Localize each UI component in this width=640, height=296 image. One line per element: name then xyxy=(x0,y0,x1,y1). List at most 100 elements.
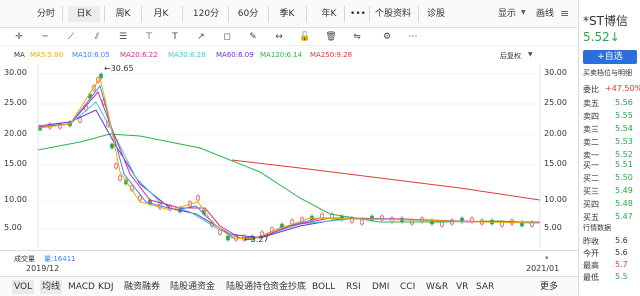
fibonacci-tool-icon[interactable]: ☰ xyxy=(114,30,132,44)
tab-more[interactable]: 更多 xyxy=(540,280,558,294)
tab-divider xyxy=(62,6,63,22)
sell-order-row: 卖三 5.54 xyxy=(583,124,640,136)
collapse-icon[interactable]: ▾ xyxy=(545,254,549,262)
ma30-line xyxy=(37,101,540,239)
candle-body xyxy=(440,221,444,227)
y-axis-label-left: 15.00 xyxy=(4,159,27,168)
sell-order-label: 卖一 xyxy=(583,151,599,160)
y-axis-label-right: 10.00 xyxy=(544,195,567,204)
tab-wr[interactable]: W&R xyxy=(426,280,448,294)
y-axis-label-right: 25.00 xyxy=(544,98,567,107)
buy-order-label: 买二 xyxy=(583,174,599,183)
kline-svg xyxy=(37,64,541,248)
draw-line-button[interactable]: 画线 xyxy=(532,6,558,22)
chevron-down-icon[interactable]: ▼ xyxy=(528,51,533,58)
candle-body xyxy=(118,175,122,181)
measure-tool-icon[interactable]: ↔ xyxy=(270,30,288,44)
period-tab-bar: 分时 日K 周K 月K 120分 60分 季K 年K ••• 个股资料 诊股 显… xyxy=(0,0,578,28)
brush-tool-icon[interactable]: ✎ xyxy=(244,30,262,44)
quote-value: 5.6 xyxy=(615,236,628,245)
ma10-value: MA10:6.05 xyxy=(72,51,110,59)
tab-hk-funds[interactable]: 陆股通资金 xyxy=(170,280,215,294)
shape-tool-icon[interactable]: ◻ xyxy=(218,30,236,44)
order-ratio: 委比 +47.50% xyxy=(583,84,640,94)
delete-icon[interactable]: 🗑 xyxy=(322,30,340,44)
add-watchlist-button[interactable]: +自选 xyxy=(583,50,637,64)
sell-order-row: 卖二 5.53 xyxy=(583,137,640,149)
ray-tool-icon[interactable]: ⟋ xyxy=(62,30,80,44)
arrow-tool-icon[interactable]: ↗ xyxy=(192,30,210,44)
sell-order-row: 卖四 5.55 xyxy=(583,111,640,123)
tab-hk-holdings[interactable]: 陆股通持仓 xyxy=(226,280,271,294)
tab-divider xyxy=(344,6,345,22)
tab-120min[interactable]: 120分 xyxy=(190,6,222,22)
tab-margin[interactable]: 融资融券 xyxy=(124,280,160,294)
buy-order-label: 买四 xyxy=(583,200,599,209)
tab-bottom-fishing[interactable]: 资金抄底 xyxy=(270,280,306,294)
kline-chart[interactable]: 30.00 25.00 20.00 15.00 10.00 5.00 30.00… xyxy=(0,62,578,250)
sell-order-price: 5.53 xyxy=(615,137,633,146)
tab-vr[interactable]: VR xyxy=(456,280,468,294)
channel-tool-icon[interactable]: ⫽ xyxy=(88,30,106,44)
buy-order-price: 5.48 xyxy=(615,199,633,208)
quote-label: 昨收 xyxy=(583,237,599,246)
candle-body xyxy=(290,219,294,225)
tab-sar[interactable]: SAR xyxy=(476,280,494,294)
indicator-tab-bar: VOL 均线 MACD KDJ 融资融券 陆股通资金 陆股通持仓 资金抄底 BO… xyxy=(0,276,578,296)
tab-company-profile[interactable]: 个股资料 xyxy=(372,6,414,22)
chevron-down-icon[interactable]: ▼ xyxy=(521,9,526,16)
candlesticks xyxy=(38,72,534,242)
tab-divider xyxy=(104,6,105,22)
quote-value: 5.6 xyxy=(615,248,628,257)
drawing-toolbar: ✛ ─ ⟋ ⫽ ☰ ⊤ T ↗ ◻ ✎ ↔ 🔓 🗑 ⇋ ⚙ ⋯ xyxy=(0,28,578,46)
tab-diagnose[interactable]: 诊股 xyxy=(423,6,449,22)
buy-order-row: 买二 5.50 xyxy=(583,173,640,185)
tab-daily-k[interactable]: 日K xyxy=(68,6,100,22)
high-annotation: ←30.65 xyxy=(104,64,134,73)
tab-divider xyxy=(141,6,142,22)
buy-order-row: 买一 5.51 xyxy=(583,160,640,172)
tab-quarterly-k[interactable]: 季K xyxy=(274,6,300,22)
tab-yearly-k[interactable]: 年K xyxy=(316,6,342,22)
tab-intraday[interactable]: 分时 xyxy=(34,6,58,22)
crosshair-icon[interactable]: ✛ xyxy=(10,30,28,44)
quote-label: 最高 xyxy=(583,261,599,270)
tab-cci[interactable]: CCI xyxy=(400,280,415,294)
tab-ma[interactable]: 均线 xyxy=(40,280,63,294)
rehab-select[interactable]: 后复权 xyxy=(500,51,521,61)
more-tabs-button[interactable]: ••• xyxy=(348,6,368,22)
hamburger-menu-icon[interactable]: ≡ xyxy=(560,7,569,20)
buy-order-label: 买一 xyxy=(583,161,599,170)
tab-weekly-k[interactable]: 周K xyxy=(110,6,136,22)
stock-name: *ST博信 xyxy=(583,14,628,28)
settings-icon[interactable]: ⚙ xyxy=(378,30,396,44)
tab-kdj[interactable]: KDJ xyxy=(98,280,114,294)
quote-row: 最高 5.7 xyxy=(583,260,640,272)
tab-monthly-k[interactable]: 月K xyxy=(148,6,174,22)
hline-tool-icon[interactable]: ⊤ xyxy=(140,30,158,44)
lock-icon[interactable]: 🔓 xyxy=(296,30,314,44)
y-axis-label-right: 5.00 xyxy=(544,223,562,232)
tab-60min[interactable]: 60分 xyxy=(234,6,262,22)
depth-title: 买卖档位与明细 xyxy=(583,69,632,77)
ma60-value: MA60:6.09 xyxy=(216,51,254,59)
tab-rsi[interactable]: RSI xyxy=(346,280,361,294)
display-button[interactable]: 显示 xyxy=(494,6,520,22)
sell-order-row: 卖五 5.56 xyxy=(583,98,640,110)
text-tool-icon[interactable]: T xyxy=(166,30,184,44)
stock-price: 5.52↓ xyxy=(583,30,620,44)
magnet-icon[interactable]: ⇋ xyxy=(348,30,366,44)
chart-grid xyxy=(38,73,540,230)
y-axis-label-left: 25.00 xyxy=(4,98,27,107)
more-tools-icon[interactable]: ⋯ xyxy=(404,30,422,44)
candle-body xyxy=(78,117,82,123)
quote-row: 最低 5.5 xyxy=(583,272,640,284)
sell-order-label: 卖二 xyxy=(583,138,599,147)
tab-boll[interactable]: BOLL xyxy=(312,280,335,294)
line-tool-icon[interactable]: ─ xyxy=(36,30,54,44)
tab-vol[interactable]: VOL xyxy=(12,280,35,294)
buy-order-row: 买四 5.48 xyxy=(583,199,640,211)
buy-order-row: 买三 5.49 xyxy=(583,186,640,198)
tab-macd[interactable]: MACD xyxy=(68,280,95,294)
tab-dmi[interactable]: DMI xyxy=(372,280,389,294)
